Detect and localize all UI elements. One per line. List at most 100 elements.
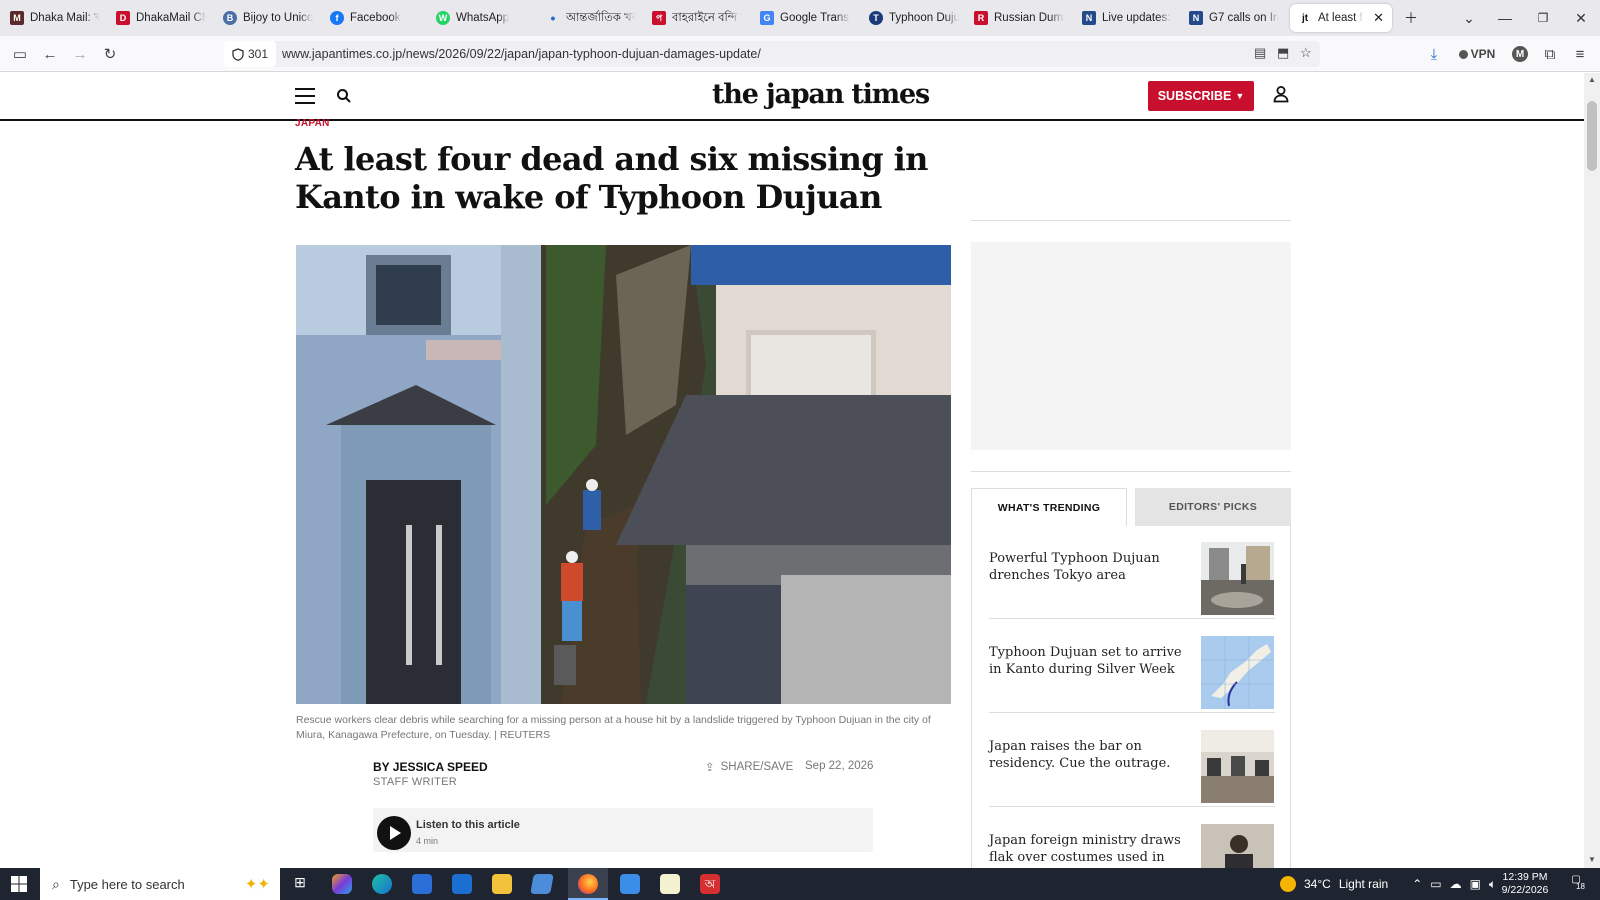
browser-tab[interactable]: D DhakaMail CMS	[108, 4, 214, 32]
weather-text[interactable]: Light rain	[1339, 877, 1388, 891]
restore-button[interactable]: ❐	[1528, 6, 1558, 30]
close-window-button[interactable]: ✕	[1566, 6, 1596, 30]
user-account-icon[interactable]	[1272, 85, 1290, 103]
tab-favicon-icon: T	[869, 11, 883, 25]
address-bar[interactable]: 301 www.japantimes.co.jp/news/2026/09/22…	[224, 41, 1320, 67]
reload-button[interactable]: ↻	[98, 42, 122, 66]
page-scrollbar[interactable]: ▲ ▼	[1584, 73, 1600, 868]
trending-item[interactable]: Powerful Typhoon Dujuan drenches Tokyo a…	[989, 525, 1275, 619]
forward-button[interactable]: →	[68, 42, 92, 66]
app-icon[interactable]	[620, 874, 640, 894]
section-kicker[interactable]: JAPAN	[295, 118, 330, 129]
play-button[interactable]	[377, 816, 411, 850]
tab-favicon-icon: •	[550, 10, 556, 26]
save-to-pocket-icon[interactable]: ⬒	[1277, 45, 1289, 61]
notifications-button[interactable]: ▢ 18	[1565, 874, 1587, 894]
trending-item[interactable]: Japan foreign ministry draws flak over c…	[989, 807, 1275, 870]
trending-thumbnail[interactable]	[1201, 542, 1274, 615]
trending-item[interactable]: Typhoon Dujuan set to arrive in Kanto du…	[989, 619, 1275, 713]
notification-count: 18	[1576, 882, 1585, 891]
url-text[interactable]: www.japantimes.co.jp/news/2026/09/22/jap…	[282, 47, 761, 61]
browser-toolbar: ▭ ← → ↻ 301 www.japantimes.co.jp/news/20…	[0, 36, 1600, 72]
tab-favicon-icon: B	[223, 11, 237, 25]
scroll-down-icon[interactable]: ▼	[1588, 855, 1596, 864]
tab-title: বাহরাইনে বন্দি ম	[672, 11, 742, 24]
menu-icon[interactable]: ≡	[1568, 42, 1592, 66]
sparkle-icon: ✦✦	[244, 876, 270, 893]
trending-headline[interactable]: Powerful Typhoon Dujuan drenches Tokyo a…	[989, 550, 1189, 584]
file-explorer-icon[interactable]	[492, 874, 512, 894]
extensions-icon[interactable]: ⧉	[1538, 42, 1562, 66]
browser-tab[interactable]: N Live updates: G7	[1074, 4, 1180, 32]
trending-item[interactable]: Japan raises the bar on residency. Cue t…	[989, 713, 1275, 807]
hamburger-menu-icon[interactable]	[295, 88, 315, 104]
trending-thumbnail[interactable]	[1201, 730, 1274, 803]
office-thumbnail	[1201, 730, 1274, 803]
browser-tab[interactable]: G Google Translate	[752, 4, 858, 32]
minimize-button[interactable]: —	[1490, 6, 1520, 30]
tracking-shield[interactable]: 301	[224, 41, 277, 67]
vpn-status-icon	[1458, 49, 1468, 59]
reader-view-icon[interactable]: ▤	[1254, 45, 1266, 61]
browser-tab[interactable]: f Facebook	[322, 4, 428, 32]
outlook-icon[interactable]	[452, 874, 472, 894]
tab-whats-trending[interactable]: WHAT'S TRENDING	[971, 488, 1127, 526]
browser-tab[interactable]: R Russian Duma E	[966, 4, 1072, 32]
hero-photo	[296, 245, 951, 704]
subscribe-button[interactable]: SUBSCRIBE ▼	[1148, 81, 1254, 111]
browser-tab-active[interactable]: jt At least four dead ✕	[1290, 4, 1392, 32]
app-icon[interactable]	[530, 874, 554, 894]
divider	[971, 471, 1291, 472]
share-icon: ⇪	[705, 762, 715, 774]
copilot-icon[interactable]	[332, 874, 352, 894]
new-tab-button[interactable]: ＋	[1396, 6, 1426, 30]
weather-sun-icon[interactable]	[1280, 876, 1296, 892]
account-button[interactable]: M	[1508, 42, 1532, 66]
scroll-up-icon[interactable]: ▲	[1588, 75, 1596, 84]
trending-headline[interactable]: Typhoon Dujuan set to arrive in Kanto du…	[989, 644, 1189, 678]
site-logo[interactable]: the japan times	[712, 79, 930, 110]
taskbar-clock[interactable]: 12:39 PM 9/22/2026	[1495, 871, 1555, 897]
edge-icon[interactable]	[372, 874, 392, 894]
cloud-off-icon[interactable]: ☁	[1450, 877, 1462, 891]
trending-headline[interactable]: Japan raises the bar on residency. Cue t…	[989, 738, 1189, 772]
firefox-taskbar-button[interactable]	[568, 868, 608, 900]
share-label: SHARE/SAVE	[720, 761, 794, 773]
account-avatar: M	[1512, 46, 1528, 62]
temperature[interactable]: 34°C	[1304, 877, 1331, 891]
bijoy-keyboard-icon[interactable]: অ	[700, 874, 720, 894]
browser-tab[interactable]: N G7 calls on Iran	[1181, 4, 1287, 32]
site-header: the japan times SUBSCRIBE ▼	[0, 73, 1584, 121]
browser-tab[interactable]: প বাহরাইনে বন্দি ম	[644, 4, 750, 32]
browser-tab[interactable]: T Typhoon Dujuan	[861, 4, 967, 32]
trending-thumbnail[interactable]	[1201, 824, 1274, 870]
back-button[interactable]: ←	[38, 42, 62, 66]
tab-favicon-icon: D	[116, 11, 130, 25]
display-icon[interactable]: ▣	[1470, 877, 1481, 891]
network-icon[interactable]: ▭	[1430, 877, 1441, 891]
author-byline[interactable]: BY JESSICA SPEED	[373, 760, 488, 774]
share-save-button[interactable]: ⇪ SHARE/SAVE	[705, 760, 793, 774]
windows-start-button[interactable]	[0, 868, 38, 900]
browser-tab[interactable]: • আন্তর্জাতিক খবর	[538, 4, 644, 32]
search-icon[interactable]	[336, 88, 352, 104]
trending-thumbnail[interactable]	[1201, 636, 1274, 709]
scrollbar-thumb[interactable]	[1587, 101, 1597, 171]
tab-editors-picks[interactable]: EDITORS' PICKS	[1135, 488, 1291, 526]
bookmark-star-icon[interactable]: ☆	[1300, 45, 1312, 61]
store-icon[interactable]	[412, 874, 432, 894]
chevron-up-icon[interactable]: ⌃	[1412, 877, 1422, 891]
taskbar-search-input[interactable]: ⌕ Type here to search ✦✦	[40, 868, 280, 900]
sidebar-toggle-icon[interactable]: ▭	[8, 42, 32, 66]
close-tab-icon[interactable]: ✕	[1373, 10, 1384, 26]
browser-tab[interactable]: B Bijoy to Unicode	[215, 4, 321, 32]
task-view-icon[interactable]: ⊞	[290, 874, 310, 894]
browser-tab[interactable]: M Dhaka Mail: খবর	[2, 4, 108, 32]
vpn-button[interactable]: VPN	[1452, 42, 1502, 66]
clock-time: 12:39 PM	[1502, 871, 1548, 883]
downloads-icon[interactable]: ⤓	[1422, 42, 1446, 66]
tab-list-chevron-icon[interactable]: ⌄	[1454, 6, 1484, 30]
trending-headline[interactable]: Japan foreign ministry draws flak over c…	[989, 832, 1189, 870]
browser-tab[interactable]: W WhatsApp	[428, 4, 534, 32]
notepad-icon[interactable]	[660, 874, 680, 894]
